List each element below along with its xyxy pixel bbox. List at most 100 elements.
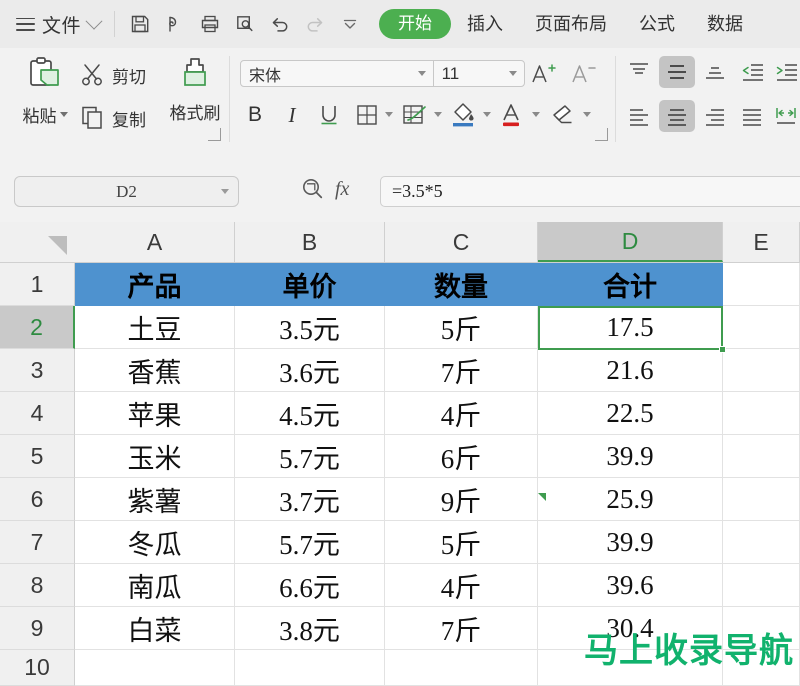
cell-a7[interactable]: 冬瓜: [75, 521, 235, 564]
cell-c1[interactable]: 数量: [385, 263, 538, 306]
cell-e6[interactable]: [723, 478, 800, 521]
cell-b8[interactable]: 6.6元: [235, 564, 385, 607]
cut-button[interactable]: 剪切: [80, 62, 146, 88]
clear-format-button[interactable]: [548, 100, 580, 130]
increase-font-size-button[interactable]: [528, 59, 560, 89]
align-center-button[interactable]: [659, 100, 695, 132]
row-header-3[interactable]: 3: [0, 349, 75, 392]
italic-button[interactable]: I: [277, 100, 307, 130]
select-all-corner[interactable]: [0, 222, 76, 262]
cell-c5[interactable]: 6斤: [385, 435, 538, 478]
cell-b9[interactable]: 3.8元: [235, 607, 385, 650]
cell-a2[interactable]: 土豆: [75, 306, 235, 349]
chevron-down-icon[interactable]: [583, 112, 591, 117]
print-preview-icon[interactable]: [230, 9, 260, 39]
cell-a6[interactable]: 紫薯: [75, 478, 235, 521]
tab-formulas[interactable]: 公式: [623, 9, 691, 39]
column-header-c[interactable]: C: [385, 222, 538, 262]
cell-e8[interactable]: [723, 564, 800, 607]
merge-center-button[interactable]: [770, 100, 800, 132]
decrease-indent-button[interactable]: [736, 56, 768, 88]
chevron-down-icon[interactable]: [509, 71, 517, 76]
save-icon[interactable]: [125, 9, 155, 39]
format-painter-button[interactable]: 格式刷: [164, 56, 226, 124]
decrease-font-size-button[interactable]: [568, 59, 600, 89]
cell-style-button[interactable]: [399, 100, 431, 130]
column-header-b[interactable]: B: [235, 222, 385, 262]
row-header-1[interactable]: 1: [0, 263, 75, 306]
cell-a10[interactable]: [75, 650, 235, 686]
chevron-down-icon[interactable]: [434, 112, 442, 117]
cell-c2[interactable]: 5斤: [385, 306, 538, 349]
copy-button[interactable]: 复制: [80, 105, 146, 131]
save-as-cloud-icon[interactable]: [160, 9, 190, 39]
cell-c9[interactable]: 7斤: [385, 607, 538, 650]
cell-e2[interactable]: [723, 306, 800, 349]
tab-start[interactable]: 开始: [379, 9, 452, 39]
undo-icon[interactable]: [265, 9, 295, 39]
chevron-down-icon[interactable]: [221, 189, 229, 194]
file-menu-button[interactable]: 文件: [16, 11, 103, 38]
print-icon[interactable]: [195, 9, 225, 39]
paste-button[interactable]: 粘贴: [14, 56, 76, 127]
align-middle-button[interactable]: [659, 56, 695, 88]
align-top-button[interactable]: [622, 56, 656, 88]
cell-e7[interactable]: [723, 521, 800, 564]
cell-b5[interactable]: 5.7元: [235, 435, 385, 478]
increase-indent-button[interactable]: [770, 56, 800, 88]
cell-a4[interactable]: 苹果: [75, 392, 235, 435]
cell-b1[interactable]: 单价: [235, 263, 385, 306]
cell-a5[interactable]: 玉米: [75, 435, 235, 478]
row-header-4[interactable]: 4: [0, 392, 75, 435]
formula-input[interactable]: =3.5*5: [380, 176, 800, 207]
tab-insert[interactable]: 插入: [451, 9, 519, 39]
cell-e4[interactable]: [723, 392, 800, 435]
chevron-down-icon[interactable]: [385, 112, 393, 117]
insert-function-label[interactable]: fx: [335, 178, 349, 201]
tab-data[interactable]: 数据: [691, 9, 759, 39]
bold-button[interactable]: B: [240, 100, 270, 130]
sheet-grid[interactable]: A B C D E 1 2 3 4 5 6 7 8 9 10 产品 单价 数量 …: [0, 222, 800, 686]
cell-b6[interactable]: 3.7元: [235, 478, 385, 521]
cell-c8[interactable]: 4斤: [385, 564, 538, 607]
cell-b3[interactable]: 3.6元: [235, 349, 385, 392]
font-name-input[interactable]: 宋体: [241, 61, 418, 86]
row-header-2[interactable]: 2: [0, 306, 75, 349]
cell-c3[interactable]: 7斤: [385, 349, 538, 392]
cell-d1[interactable]: 合计: [538, 263, 723, 306]
cell-d8[interactable]: 39.6: [538, 564, 723, 607]
row-header-6[interactable]: 6: [0, 478, 75, 521]
tab-page-layout[interactable]: 页面布局: [519, 9, 623, 39]
column-header-e[interactable]: E: [723, 222, 800, 262]
cell-b10[interactable]: [235, 650, 385, 686]
align-right-button[interactable]: [698, 100, 732, 132]
fill-color-button[interactable]: [448, 100, 480, 130]
row-header-9[interactable]: 9: [0, 607, 75, 650]
font-color-button[interactable]: [497, 100, 529, 130]
underline-button[interactable]: [314, 100, 344, 130]
cell-d4[interactable]: 22.5: [538, 392, 723, 435]
row-header-5[interactable]: 5: [0, 435, 75, 478]
cell-d5[interactable]: 39.9: [538, 435, 723, 478]
clipboard-dialog-launcher[interactable]: [208, 128, 221, 141]
cell-a3[interactable]: 香蕉: [75, 349, 235, 392]
cell-a8[interactable]: 南瓜: [75, 564, 235, 607]
cell-d6[interactable]: 25.9: [538, 478, 723, 521]
column-header-a[interactable]: A: [75, 222, 235, 262]
customize-dropdown-icon[interactable]: [335, 9, 365, 39]
font-size-input[interactable]: 11: [434, 61, 509, 86]
fill-handle[interactable]: [719, 346, 726, 353]
row-header-8[interactable]: 8: [0, 564, 75, 607]
search-formula-icon[interactable]: [300, 176, 326, 202]
cell-e3[interactable]: [723, 349, 800, 392]
row-header-10[interactable]: 10: [0, 650, 75, 686]
borders-button[interactable]: [352, 100, 382, 130]
cell-d7[interactable]: 39.9: [538, 521, 723, 564]
align-left-button[interactable]: [622, 100, 656, 132]
name-box[interactable]: D2: [14, 176, 239, 207]
justify-button[interactable]: [736, 100, 768, 132]
chevron-down-icon[interactable]: [417, 71, 426, 76]
cell-b4[interactable]: 4.5元: [235, 392, 385, 435]
cell-c4[interactable]: 4斤: [385, 392, 538, 435]
cell-a1[interactable]: 产品: [75, 263, 235, 306]
